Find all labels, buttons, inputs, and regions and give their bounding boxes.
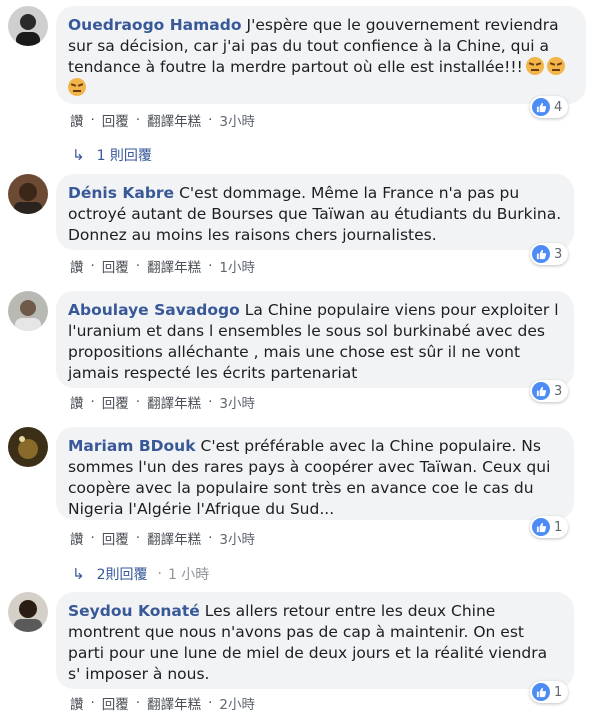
like-count: 3 bbox=[554, 383, 563, 399]
avatar[interactable] bbox=[8, 427, 48, 467]
avatar[interactable] bbox=[8, 291, 48, 331]
separator-dot: · bbox=[135, 112, 141, 128]
like-count: 1 bbox=[554, 519, 563, 535]
like-count: 1 bbox=[554, 684, 563, 700]
timestamp[interactable]: 1小時 bbox=[219, 256, 255, 276]
separator-dot: · bbox=[90, 695, 95, 711]
translate-button[interactable]: 翻譯年糕 bbox=[147, 693, 201, 713]
separator-dot: · bbox=[90, 530, 95, 546]
replies-timestamp: 1 小時 bbox=[167, 567, 210, 583]
timestamp[interactable]: 3小時 bbox=[219, 392, 255, 412]
reply-button[interactable]: 回覆 bbox=[102, 528, 129, 548]
comment-actions: 讚 · 回覆 · 翻譯年糕 · 3小時 bbox=[70, 528, 255, 548]
like-count: 3 bbox=[554, 246, 563, 262]
comment-actions: 讚 · 回覆 · 翻譯年糕 · 3小時 bbox=[70, 110, 255, 130]
replies-sep: · bbox=[157, 566, 162, 582]
reply-arrow-icon: ↳ bbox=[72, 565, 85, 583]
angry-emoji-icon bbox=[546, 57, 565, 75]
reaction-count[interactable]: 4 bbox=[530, 96, 569, 118]
separator-dot: · bbox=[208, 394, 213, 410]
like-button[interactable]: 讚 bbox=[70, 693, 84, 713]
separator-dot: · bbox=[90, 394, 95, 410]
like-button[interactable]: 讚 bbox=[70, 392, 84, 412]
comment-bubble: Seydou Konaté Les allers retour entre les… bbox=[56, 592, 574, 689]
like-icon bbox=[532, 382, 550, 400]
replies-label[interactable]: 2則回覆 bbox=[97, 564, 148, 584]
translate-button[interactable]: 翻譯年糕 bbox=[147, 528, 201, 548]
separator-dot: · bbox=[208, 112, 213, 128]
like-button[interactable]: 讚 bbox=[70, 256, 84, 276]
reaction-count[interactable]: 1 bbox=[530, 516, 569, 538]
comment-actions: 讚 · 回覆 · 翻譯年糕 · 3小時 bbox=[70, 392, 255, 412]
comment-author[interactable]: Ouedraogo Hamado bbox=[68, 16, 242, 34]
like-button[interactable]: 讚 bbox=[70, 110, 84, 130]
separator-dot: · bbox=[135, 394, 141, 410]
comment-bubble: Aboulaye Savadogo La Chine populaire vien… bbox=[56, 291, 574, 388]
reaction-count[interactable]: 3 bbox=[530, 380, 569, 402]
avatar[interactable] bbox=[8, 6, 48, 46]
translate-button[interactable]: 翻譯年糕 bbox=[147, 256, 201, 276]
separator-dot: · bbox=[90, 258, 95, 274]
comment-author[interactable]: Aboulaye Savadogo bbox=[68, 301, 240, 319]
timestamp[interactable]: 2小時 bbox=[219, 693, 255, 713]
reply-button[interactable]: 回覆 bbox=[102, 392, 129, 412]
view-replies-link[interactable]: ↳ 1 則回覆 bbox=[72, 145, 152, 165]
comment-bubble: Dénis Kabre C'est dommage. Même la France… bbox=[56, 174, 574, 250]
reply-button[interactable]: 回覆 bbox=[102, 693, 129, 713]
reaction-count[interactable]: 3 bbox=[530, 243, 569, 265]
separator-dot: · bbox=[135, 695, 141, 711]
translate-button[interactable]: 翻譯年糕 bbox=[147, 392, 201, 412]
reply-button[interactable]: 回覆 bbox=[102, 256, 129, 276]
comment-author[interactable]: Mariam BDouk bbox=[68, 437, 196, 455]
angry-emoji-icon bbox=[68, 78, 86, 96]
reply-button[interactable]: 回覆 bbox=[102, 110, 129, 130]
like-count: 4 bbox=[554, 99, 563, 115]
avatar[interactable] bbox=[8, 592, 48, 632]
comment-actions: 讚 · 回覆 · 翻譯年糕 · 2小時 bbox=[70, 693, 255, 713]
comment-author[interactable]: Seydou Konaté bbox=[68, 602, 200, 620]
like-icon bbox=[532, 245, 550, 263]
timestamp[interactable]: 3小時 bbox=[219, 110, 255, 130]
separator-dot: · bbox=[208, 258, 213, 274]
comment-bubble: Ouedraogo Hamado J'espère que le gouverne… bbox=[56, 6, 586, 104]
like-icon bbox=[532, 518, 550, 536]
avatar[interactable] bbox=[8, 174, 48, 214]
separator-dot: · bbox=[135, 530, 141, 546]
timestamp[interactable]: 3小時 bbox=[219, 528, 255, 548]
comment-bubble: Mariam BDouk C'est préférable avec la Chi… bbox=[56, 427, 574, 520]
translate-button[interactable]: 翻譯年糕 bbox=[147, 110, 201, 130]
view-replies-link[interactable]: ↳ 2則回覆 · 1 小時 bbox=[72, 564, 209, 584]
separator-dot: · bbox=[208, 695, 213, 711]
reply-arrow-icon: ↳ bbox=[72, 146, 85, 164]
comment-author[interactable]: Dénis Kabre bbox=[68, 184, 174, 202]
separator-dot: · bbox=[90, 112, 95, 128]
like-button[interactable]: 讚 bbox=[70, 528, 84, 548]
reaction-count[interactable]: 1 bbox=[530, 681, 569, 703]
separator-dot: · bbox=[208, 530, 213, 546]
like-icon bbox=[532, 683, 550, 701]
comment-actions: 讚 · 回覆 · 翻譯年糕 · 1小時 bbox=[70, 256, 255, 276]
angry-emoji-icon bbox=[525, 57, 544, 75]
separator-dot: · bbox=[135, 258, 141, 274]
like-icon bbox=[532, 98, 550, 116]
replies-label[interactable]: 1 則回覆 bbox=[97, 145, 152, 165]
